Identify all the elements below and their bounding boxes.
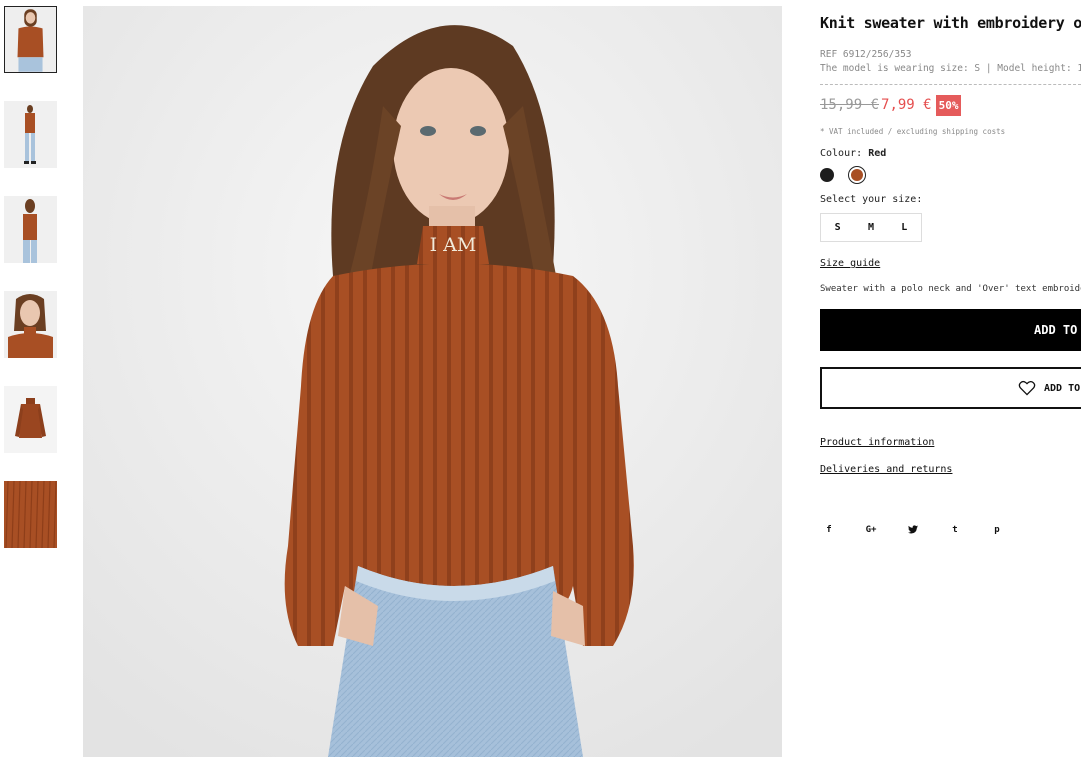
thumbnail-closeup-image bbox=[4, 291, 57, 358]
colour-value: Red bbox=[868, 148, 887, 159]
size-selector: S M L bbox=[820, 213, 922, 242]
product-description: Sweater with a polo neck and 'Over' text… bbox=[820, 284, 1081, 294]
main-product-image[interactable]: I AM bbox=[83, 6, 782, 757]
thumbnail-closeup[interactable] bbox=[4, 291, 57, 358]
google-plus-icon[interactable]: G+ bbox=[865, 525, 877, 537]
thumbnail-list bbox=[4, 6, 58, 576]
tumblr-icon[interactable]: t bbox=[949, 525, 961, 537]
thumbnail-flat-lay[interactable] bbox=[4, 386, 57, 453]
social-share: f G+ t p bbox=[820, 525, 1081, 537]
twitter-icon[interactable] bbox=[907, 525, 919, 537]
heart-icon bbox=[1018, 380, 1036, 396]
product-info-panel: Knit sweater with embroidery on the REF … bbox=[820, 14, 1081, 537]
old-price: 15,99 € bbox=[820, 97, 880, 113]
thumbnail-front-crop[interactable] bbox=[4, 6, 57, 73]
thumbnail-fabric[interactable] bbox=[4, 481, 57, 548]
sale-price: 7,99 € bbox=[881, 97, 932, 113]
thumbnail-flat-lay-image bbox=[4, 386, 57, 453]
product-information-link[interactable]: Product information bbox=[820, 437, 1081, 448]
size-m-button[interactable]: M bbox=[854, 214, 887, 241]
thumbnail-side-image bbox=[4, 196, 57, 263]
model-photo: I AM bbox=[83, 6, 782, 757]
size-label: Select your size: bbox=[820, 194, 923, 205]
add-to-cart-button[interactable]: ADD TO bbox=[820, 309, 1081, 351]
thumbnail-full-body[interactable] bbox=[4, 101, 57, 168]
product-ref: REF 6912/256/353 The model is wearing si… bbox=[820, 48, 1081, 76]
twitter-bird-icon bbox=[908, 525, 918, 534]
pinterest-icon[interactable]: p bbox=[991, 525, 1003, 537]
model-size-info: The model is wearing size: S | Model hei… bbox=[820, 63, 1081, 74]
size-s-button[interactable]: S bbox=[821, 214, 854, 241]
colour-label-text: Colour: bbox=[820, 148, 863, 159]
vat-note: * VAT included / excluding shipping cost… bbox=[820, 127, 1006, 136]
discount-badge: 50% bbox=[935, 94, 962, 116]
thumbnail-front-crop-image bbox=[5, 7, 56, 72]
facebook-icon[interactable]: f bbox=[823, 525, 835, 537]
size-guide-link[interactable]: Size guide bbox=[820, 258, 880, 269]
product-title: Knit sweater with embroidery on the bbox=[820, 14, 1081, 32]
colour-swatches bbox=[820, 166, 1081, 184]
colour-swatch-red[interactable] bbox=[848, 166, 866, 184]
collar-embroidery: I AM bbox=[430, 234, 477, 256]
add-to-cart-label: ADD TO bbox=[1034, 323, 1078, 337]
colour-label: Colour: Red bbox=[820, 148, 1081, 159]
thumbnail-full-body-image bbox=[4, 101, 57, 168]
size-l-button[interactable]: L bbox=[888, 214, 921, 241]
divider bbox=[820, 84, 1081, 85]
colour-swatch-red-fill bbox=[851, 169, 863, 181]
info-links: Product information Deliveries and retur… bbox=[820, 437, 1081, 475]
colour-swatch-black[interactable] bbox=[820, 168, 834, 182]
reference-number: REF 6912/256/353 bbox=[820, 49, 912, 60]
price-row: 15,99 € 7,99 € 50% bbox=[820, 93, 1081, 117]
add-to-wishlist-button[interactable]: ADD TO bbox=[820, 367, 1081, 409]
thumbnail-side[interactable] bbox=[4, 196, 57, 263]
add-to-wishlist-label: ADD TO bbox=[1044, 382, 1081, 394]
deliveries-returns-link[interactable]: Deliveries and returns bbox=[820, 464, 1081, 475]
thumbnail-fabric-image bbox=[4, 481, 57, 548]
